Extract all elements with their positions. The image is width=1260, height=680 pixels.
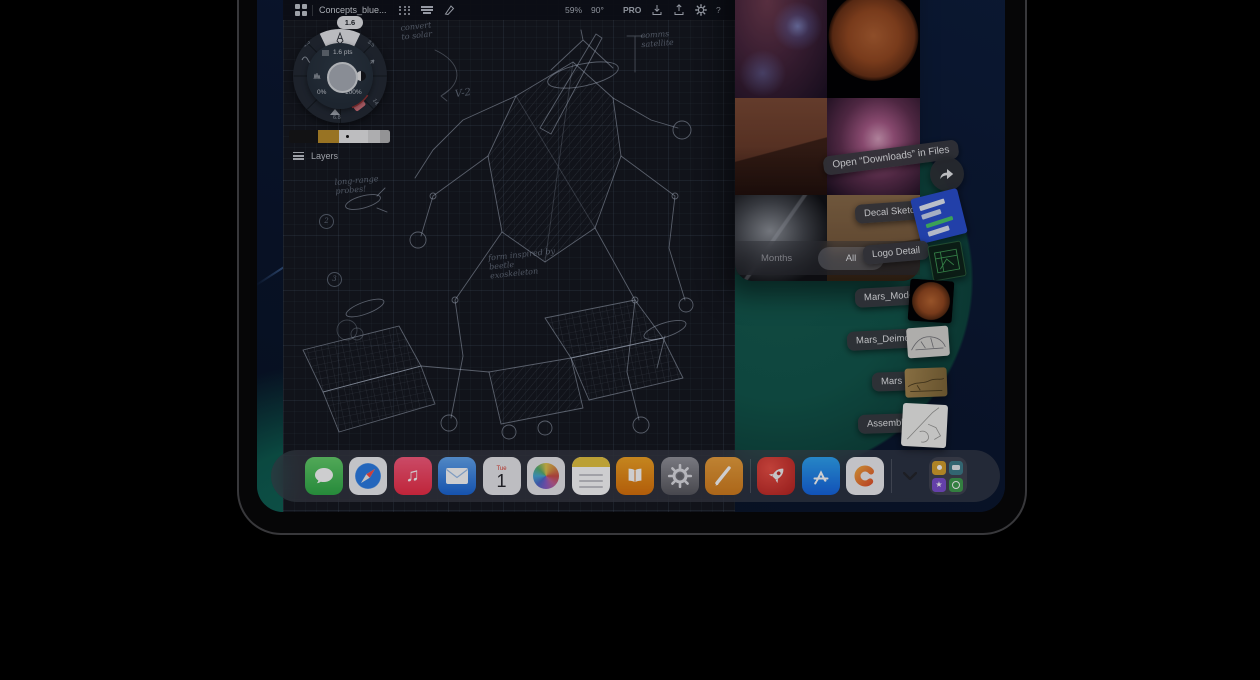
drag-thumb-mars[interactable]: [905, 367, 948, 397]
ipad-screen: convert to solar comms satellite V-2 lon…: [257, 0, 1005, 512]
drag-item-label[interactable]: Logo Detail: [862, 240, 929, 265]
stage: convert to solar comms satellite V-2 lon…: [0, 0, 1260, 680]
drag-thumb-mars-deimos[interactable]: [906, 326, 950, 359]
share-forward-button[interactable]: [930, 157, 964, 191]
drag-layer: Open “Downloads” in Files Decal Sketches…: [257, 0, 1005, 512]
drag-thumb-assembly[interactable]: [901, 403, 948, 448]
drag-thumb-logo-detail[interactable]: [927, 240, 967, 281]
drag-thumb-mars-model[interactable]: [908, 279, 955, 324]
forward-arrow-icon: [938, 165, 956, 183]
drag-thumb-decal-sketches[interactable]: [910, 188, 968, 244]
